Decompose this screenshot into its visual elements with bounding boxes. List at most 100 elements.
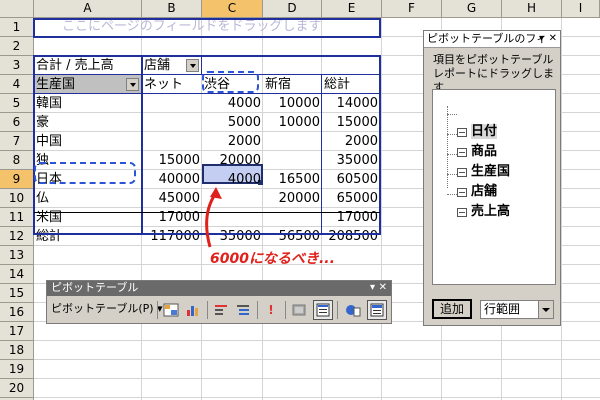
row-header[interactable]: 2 — [0, 37, 34, 56]
field-item-product[interactable]: 商品 — [455, 143, 497, 161]
chevron-down-icon[interactable]: ▾ — [370, 281, 375, 295]
hide-detail-icon[interactable] — [211, 300, 231, 320]
area-select[interactable]: 行範囲 — [480, 300, 554, 319]
pivot-data-field[interactable]: 合計 / 売上高 — [34, 56, 142, 75]
pivot-value-cell[interactable] — [142, 94, 202, 113]
pivot-value-cell[interactable] — [263, 132, 322, 151]
pivot-value-cell[interactable]: 17000 — [322, 208, 380, 227]
field-icon — [457, 168, 467, 177]
pivot-value-cell[interactable]: 14000 — [322, 94, 380, 113]
pivot-column-field[interactable]: 店舗 — [142, 56, 186, 75]
pivot-value-cell[interactable]: 4000 — [202, 94, 263, 113]
field-item-date[interactable]: 日付 — [455, 123, 498, 141]
row-header[interactable]: 5 — [0, 94, 34, 113]
pivot-value-cell[interactable]: 17000 — [142, 208, 202, 227]
row-header[interactable]: 1 — [0, 18, 34, 37]
row-header[interactable]: 4 — [0, 75, 34, 94]
field-tree[interactable]: 日付 商品 生産国 店舗 売上高 — [432, 89, 556, 285]
pivot-value-cell[interactable]: 45000 — [142, 189, 202, 208]
show-detail-icon[interactable] — [233, 300, 253, 320]
show-field-list-icon[interactable] — [313, 300, 333, 320]
field-item-country[interactable]: 生産国 — [455, 163, 510, 181]
chevron-down-icon[interactable] — [538, 301, 553, 318]
pivot-value-cell[interactable]: 2000 — [202, 132, 263, 151]
row-header[interactable]: 19 — [0, 360, 34, 379]
pivot-column-header[interactable]: 新宿 — [263, 75, 322, 94]
show-pivot-table-icon[interactable] — [367, 300, 387, 320]
pivot-row-label[interactable]: 韓国 — [34, 94, 142, 113]
column-header[interactable]: H — [502, 0, 562, 18]
pivot-value-cell[interactable]: 15000 — [142, 151, 202, 170]
pivot-value-cell[interactable]: 208500 — [322, 227, 380, 246]
field-item-store[interactable]: 店舗 — [455, 183, 497, 201]
pivot-row-label[interactable]: 総計 — [34, 227, 142, 246]
pivot-row-label[interactable]: 中国 — [34, 132, 142, 151]
pivot-value-cell[interactable]: 5000 — [202, 113, 263, 132]
pivot-value-cell[interactable]: 2000 — [322, 132, 380, 151]
select-all-corner[interactable] — [0, 0, 34, 18]
pivot-field-list-panel[interactable]: ピボットテーブルのフィ ▾ ✕ 項目をピボットテーブル レポートにドラッグします… — [423, 30, 561, 326]
pivot-row-label[interactable]: 米国 — [34, 208, 142, 227]
pivot-value-cell[interactable]: 65000 — [322, 189, 380, 208]
row-header[interactable]: 20 — [0, 379, 34, 398]
pivot-toolbar[interactable]: ピボットテーブル ▾ ✕ ピボットテーブル(P) ▾ ! — [46, 280, 392, 324]
pivot-value-cell[interactable]: 35000 — [322, 151, 380, 170]
column-header[interactable]: G — [442, 0, 502, 18]
pivot-value-cell[interactable]: 56500 — [263, 227, 322, 246]
close-icon[interactable]: ✕ — [549, 31, 557, 47]
pivot-value-cell[interactable] — [142, 132, 202, 151]
pivot-value-cell[interactable] — [142, 113, 202, 132]
pivot-value-cell[interactable]: 10000 — [263, 94, 322, 113]
row-header[interactable]: 8 — [0, 151, 34, 170]
close-icon[interactable]: ✕ — [379, 281, 387, 295]
add-button[interactable]: 追加 — [432, 299, 472, 319]
pivot-value-cell[interactable]: 10000 — [263, 113, 322, 132]
row-header[interactable]: 13 — [0, 246, 34, 265]
page-field-drop-area[interactable]: ここにページのフィールドをドラッグします — [34, 18, 380, 37]
column-header[interactable]: B — [142, 0, 202, 18]
row-header[interactable]: 15 — [0, 284, 34, 303]
row-header[interactable]: 14 — [0, 265, 34, 284]
row-header[interactable]: 12 — [0, 227, 34, 246]
row-field-dropdown[interactable] — [126, 78, 139, 91]
field-list-titlebar[interactable]: ピボットテーブルのフィ ▾ ✕ — [424, 31, 560, 48]
column-header[interactable]: C — [202, 0, 263, 18]
toolbar-titlebar[interactable]: ピボットテーブル ▾ ✕ — [47, 281, 391, 296]
pivot-value-cell[interactable] — [263, 151, 322, 170]
row-header[interactable]: 16 — [0, 303, 34, 322]
pivot-value-cell[interactable]: 20000 — [263, 189, 322, 208]
column-header[interactable]: A — [34, 0, 142, 18]
column-field-dropdown[interactable] — [186, 59, 199, 72]
pivot-value-cell[interactable]: 4000 — [202, 170, 263, 189]
row-header[interactable]: 10 — [0, 189, 34, 208]
pivot-value-cell[interactable] — [263, 208, 322, 227]
chevron-down-icon[interactable]: ▾ — [539, 31, 544, 47]
row-header[interactable]: 11 — [0, 208, 34, 227]
pivot-value-cell[interactable]: 60500 — [322, 170, 380, 189]
pivot-column-header[interactable]: ネット — [142, 75, 202, 94]
pivot-value-cell[interactable]: 15000 — [322, 113, 380, 132]
row-header[interactable]: 9 — [0, 170, 34, 189]
pivot-value-cell[interactable]: 16500 — [263, 170, 322, 189]
field-settings-icon[interactable] — [289, 300, 309, 320]
pivot-value-cell[interactable]: 40000 — [142, 170, 202, 189]
column-header[interactable]: I — [562, 0, 600, 18]
chart-wizard-icon[interactable] — [183, 300, 203, 320]
pivot-menu-button[interactable]: ピボットテーブル(P) ▾ — [51, 301, 163, 317]
pivot-row-label[interactable]: 仏 — [34, 189, 142, 208]
format-report-icon[interactable] — [161, 300, 181, 320]
field-item-sales[interactable]: 売上高 — [455, 203, 510, 221]
row-header[interactable]: 6 — [0, 113, 34, 132]
column-header[interactable]: D — [263, 0, 322, 18]
pivot-value-cell[interactable]: 117000 — [142, 227, 202, 246]
row-header[interactable]: 18 — [0, 341, 34, 360]
row-header[interactable]: 7 — [0, 132, 34, 151]
column-header[interactable]: E — [322, 0, 382, 18]
field-info-icon[interactable] — [343, 300, 363, 320]
row-header[interactable]: 3 — [0, 56, 34, 75]
row-header[interactable]: 17 — [0, 322, 34, 341]
pivot-column-header[interactable]: 総計 — [322, 75, 380, 94]
refresh-data-icon[interactable]: ! — [261, 300, 281, 320]
pivot-row-label[interactable]: 豪 — [34, 113, 142, 132]
column-header[interactable]: F — [382, 0, 442, 18]
